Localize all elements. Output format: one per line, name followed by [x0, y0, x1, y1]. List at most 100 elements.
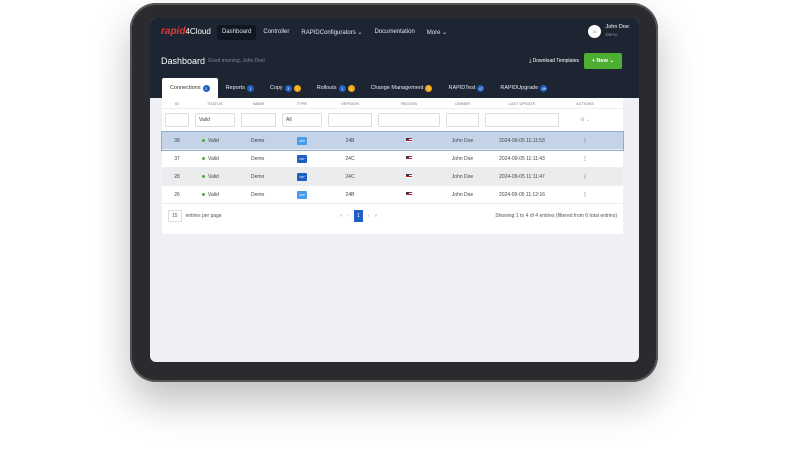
nav-controller[interactable]: Controller	[258, 25, 294, 40]
user-name: John Doe	[605, 24, 629, 30]
tab-label: RAPIDTest	[448, 85, 476, 91]
status-cell: Valid	[192, 138, 238, 144]
page-1[interactable]: 1	[354, 210, 363, 222]
us-flag-icon	[406, 137, 412, 142]
type-badge: APP	[296, 136, 307, 145]
tab-rapidtest[interactable]: RAPIDTest 47	[440, 78, 492, 98]
us-flag-icon	[406, 155, 412, 160]
column-header[interactable]: NAME	[238, 101, 279, 106]
column-header[interactable]: ID	[162, 101, 192, 106]
tab-label: RAPIDUpgrade	[500, 85, 539, 91]
id-cell: 26	[174, 191, 180, 198]
avatar: JD	[588, 24, 602, 38]
name-filter[interactable]	[241, 113, 276, 127]
status-cell: Valid	[192, 174, 238, 180]
type-filter[interactable]: All	[282, 113, 322, 127]
nav-dashboard[interactable]: Dashboard	[217, 25, 257, 40]
table-footer: 15 entries per page « ‹ 1 › » Showing 1 to 4…	[162, 204, 623, 228]
tab-copy[interactable]: Copy 3 1	[262, 78, 309, 98]
name-cell: Demo	[251, 155, 265, 162]
table-row[interactable]: 28 Valid Demo DIP 24C John Doe 2024-09-05 11:1…	[162, 168, 623, 186]
filter-row: Valid All ⚙ ⌄	[162, 109, 623, 132]
tab-change-management[interactable]: Change Management 1	[363, 78, 441, 98]
page-title: Dashboard	[161, 56, 206, 66]
download-templates-button[interactable]: ⤓ Download Templates	[529, 58, 579, 64]
status-dot-icon	[202, 192, 205, 196]
us-flag-icon	[406, 173, 412, 178]
count-badge: 3	[284, 84, 292, 92]
top-bar: rapid4Cloud Dashboard Controller RAPIDConf…	[150, 18, 639, 98]
owner-cell: John Doe	[451, 137, 474, 144]
pagination: « ‹ 1 › »	[340, 210, 378, 222]
next-page[interactable]: ›	[368, 213, 370, 219]
tab-label: Rollouts	[316, 85, 337, 91]
table-row[interactable]: 26 Valid Demo APP 24B John Doe 2024-09-05 11:1…	[162, 186, 623, 204]
count-badge: 1	[347, 84, 355, 92]
table-header: ID STATUS NAME TYPE VERSION REGION OWNER LAST U…	[162, 98, 623, 109]
count-badge: 47	[477, 84, 485, 92]
tab-reports[interactable]: Reports 1	[218, 78, 262, 98]
nav-more[interactable]: More ⌄	[422, 25, 452, 40]
count-badge: 1	[246, 84, 254, 92]
nav-rapidconfigurators[interactable]: RAPIDConfigurators ⌄	[296, 25, 367, 40]
nav-documentation[interactable]: Documentation	[369, 25, 419, 40]
tab-label: Copy	[269, 85, 283, 91]
connections-table: ID STATUS NAME TYPE VERSION REGION OWNER LAST U…	[161, 98, 624, 234]
status-cell: Valid	[192, 192, 238, 198]
status-filter[interactable]: Valid	[195, 113, 235, 127]
main-nav: Dashboard Controller RAPIDConfigurators ⌄ D…	[217, 25, 452, 40]
last-page[interactable]: »	[375, 213, 378, 219]
more-actions-icon[interactable]: ⋮	[562, 192, 608, 198]
table-row[interactable]: 38 Valid Demo APP 24B John Doe 2024-09-05 11:1…	[161, 131, 624, 151]
column-header[interactable]: LAST UPDATE	[482, 101, 562, 106]
version-filter[interactable]	[328, 113, 372, 127]
column-header[interactable]: TYPE	[279, 101, 325, 106]
owner-cell: John Doe	[451, 191, 474, 198]
prev-page[interactable]: ‹	[347, 213, 349, 219]
tab-label: Change Management	[370, 85, 424, 91]
region-filter[interactable]	[378, 113, 440, 127]
us-flag-icon	[406, 191, 412, 196]
tab-rollouts[interactable]: Rollouts 1 1	[309, 78, 363, 98]
type-badge: DIP	[297, 172, 307, 181]
status-dot-icon	[202, 138, 205, 142]
entries-summary: Showing 1 to 4 of 4 entries (filtered fr…	[495, 213, 617, 219]
column-header[interactable]: VERSION	[325, 101, 375, 106]
more-actions-icon[interactable]: ⋮	[562, 174, 608, 180]
count-badge: 1	[293, 84, 301, 92]
first-page[interactable]: «	[340, 213, 343, 219]
status-dot-icon	[202, 156, 205, 160]
owner-cell: John Doe	[451, 155, 474, 162]
type-badge: DIP	[297, 154, 307, 163]
id-filter[interactable]	[165, 113, 189, 127]
count-badge: 1	[425, 84, 433, 92]
settings-icon[interactable]: ⚙ ⌄	[562, 117, 608, 123]
per-page-select[interactable]: 15	[168, 210, 182, 222]
new-button[interactable]: + New ⌄	[583, 53, 622, 69]
column-header[interactable]: REGION	[375, 101, 443, 106]
tab-connections[interactable]: Connections 2	[162, 78, 218, 98]
version-cell: 24C	[345, 173, 355, 180]
id-cell: 38	[174, 137, 180, 144]
version-cell: 24B	[345, 191, 355, 198]
table-row[interactable]: 37 Valid Demo DIP 24C John Doe 2024-09-05 11:1…	[162, 150, 623, 168]
more-actions-icon[interactable]: ⋮	[562, 138, 608, 144]
status-cell: Valid	[192, 156, 238, 162]
name-cell: Demo	[251, 191, 265, 198]
last-update-filter[interactable]	[485, 113, 559, 127]
status-text: Valid	[208, 155, 219, 162]
column-header[interactable]: ACTIONS	[562, 101, 608, 106]
tab-label: Connections	[170, 85, 201, 91]
status-text: Valid	[208, 173, 219, 180]
tab-label: Reports	[225, 85, 245, 91]
tabs: Connections 2 Reports 1 Copy 3 1 Rollouts 1 1 Chan…	[162, 78, 555, 98]
count-badge: 1	[338, 84, 346, 92]
column-header[interactable]: OWNER	[443, 101, 482, 106]
status-text: Valid	[208, 137, 219, 144]
more-actions-icon[interactable]: ⋮	[562, 156, 608, 162]
column-header[interactable]: STATUS	[192, 101, 238, 106]
id-cell: 28	[174, 173, 180, 180]
user-menu[interactable]: JD John Doe Demo	[588, 24, 629, 38]
tab-rapidupgrade[interactable]: RAPIDUpgrade 49	[492, 78, 555, 98]
owner-filter[interactable]	[446, 113, 479, 127]
